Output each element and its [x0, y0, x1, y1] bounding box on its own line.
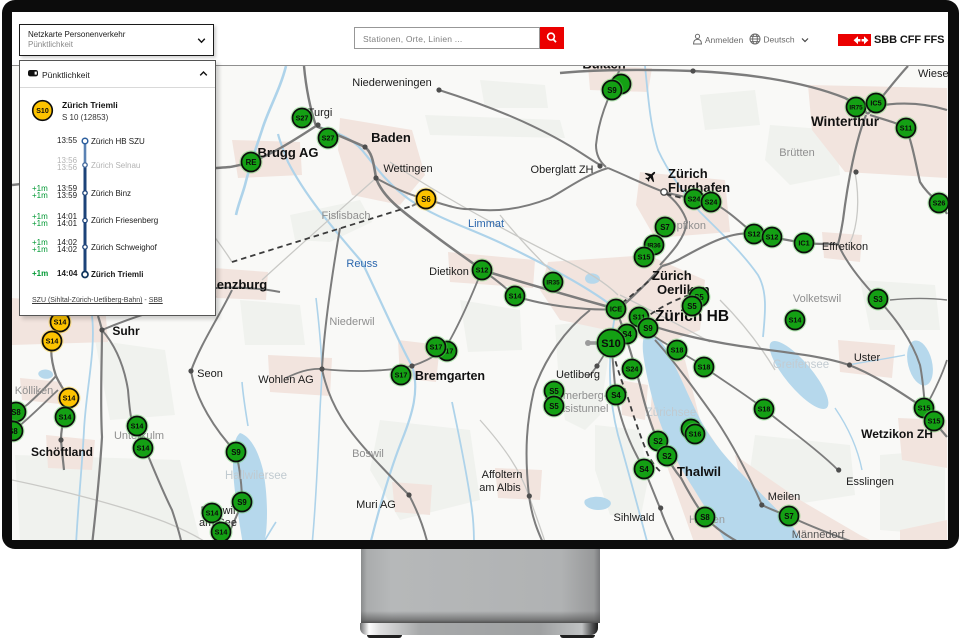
- svg-text:Hallwilersee: Hallwilersee: [225, 470, 287, 482]
- svg-text:S27: S27: [322, 134, 335, 143]
- svg-text:IC5: IC5: [870, 99, 881, 108]
- svg-text:Kölliken: Kölliken: [15, 385, 54, 397]
- svg-text:S14: S14: [789, 316, 802, 325]
- svg-text:S26: S26: [933, 199, 946, 208]
- svg-text:S9: S9: [607, 86, 617, 95]
- svg-text:S8: S8: [12, 408, 21, 417]
- svg-text:Affoltern: Affoltern: [482, 469, 523, 481]
- svg-text:S7: S7: [660, 223, 670, 232]
- svg-text:S18: S18: [698, 363, 711, 372]
- svg-text:Seon: Seon: [197, 368, 223, 380]
- svg-text:ICE: ICE: [610, 305, 622, 314]
- svg-text:IR75: IR75: [849, 104, 863, 111]
- svg-text:S12: S12: [766, 233, 779, 242]
- svg-text:Sihlwald: Sihlwald: [614, 512, 655, 524]
- svg-text:IR35: IR35: [546, 279, 560, 286]
- svg-text:S14: S14: [206, 509, 219, 518]
- svg-text:Niederwil: Niederwil: [329, 316, 374, 328]
- svg-text:RE: RE: [246, 158, 257, 167]
- svg-text:S8: S8: [700, 513, 710, 522]
- svg-text:S9: S9: [237, 498, 247, 507]
- svg-text:S15: S15: [928, 417, 941, 426]
- svg-text:S24: S24: [688, 195, 701, 204]
- svg-text:Zürich: Zürich: [668, 166, 708, 181]
- svg-text:Esslingen: Esslingen: [846, 476, 894, 488]
- svg-text:S9: S9: [231, 448, 241, 457]
- svg-text:S9: S9: [643, 324, 653, 333]
- svg-text:S4: S4: [611, 391, 621, 400]
- svg-text:Niederweningen: Niederweningen: [352, 77, 432, 89]
- svg-text:Wetzikon ZH: Wetzikon ZH: [861, 427, 933, 441]
- svg-text:Dietikon: Dietikon: [429, 266, 469, 278]
- svg-text:Zürich: Zürich: [652, 268, 692, 283]
- svg-text:Uetliberg: Uetliberg: [556, 369, 600, 381]
- svg-text:Wiesendangen: Wiesendangen: [918, 68, 948, 80]
- svg-text:Zürichsee: Zürichsee: [646, 407, 697, 419]
- svg-text:S2: S2: [662, 452, 672, 461]
- svg-text:Fislisbach: Fislisbach: [322, 210, 371, 222]
- svg-text:S17: S17: [430, 343, 443, 352]
- svg-text:Suhr: Suhr: [112, 324, 140, 338]
- svg-text:Lenzburg: Lenzburg: [209, 277, 268, 292]
- svg-text:S12: S12: [748, 230, 761, 239]
- svg-text:S14: S14: [46, 337, 59, 346]
- svg-text:Thalwil: Thalwil: [677, 464, 721, 479]
- svg-text:S5: S5: [549, 387, 559, 396]
- svg-text:S2: S2: [653, 437, 663, 446]
- svg-text:S14: S14: [137, 444, 150, 453]
- svg-text:Wettingen: Wettingen: [383, 163, 432, 175]
- svg-text:S7: S7: [784, 512, 794, 521]
- svg-text:Muri AG: Muri AG: [356, 499, 396, 511]
- svg-text:S18: S18: [671, 346, 684, 355]
- svg-text:S8: S8: [12, 427, 18, 436]
- svg-text:S11: S11: [900, 124, 912, 133]
- svg-text:Brütten: Brütten: [779, 147, 814, 159]
- svg-text:S14: S14: [509, 292, 522, 301]
- svg-text:S27: S27: [296, 114, 309, 123]
- svg-text:S10: S10: [36, 108, 49, 115]
- svg-text:S5: S5: [549, 402, 559, 411]
- svg-text:Meilen: Meilen: [768, 491, 800, 503]
- svg-text:Greifensee: Greifensee: [773, 359, 829, 371]
- svg-text:S24: S24: [705, 198, 718, 207]
- svg-text:Volketswil: Volketswil: [793, 293, 841, 305]
- svg-text:Männedorf: Männedorf: [792, 529, 846, 540]
- svg-text:S14: S14: [215, 528, 228, 537]
- svg-text:S17: S17: [395, 371, 408, 380]
- svg-text:S3: S3: [873, 295, 883, 304]
- svg-text:Oberglatt ZH: Oberglatt ZH: [531, 164, 594, 176]
- svg-text:S24: S24: [626, 365, 639, 374]
- svg-text:S18: S18: [758, 405, 771, 414]
- svg-text:S16: S16: [689, 430, 702, 439]
- svg-text:S14: S14: [54, 318, 67, 327]
- svg-text:S14: S14: [63, 394, 76, 403]
- svg-text:Limmat: Limmat: [468, 218, 504, 230]
- svg-text:S14: S14: [59, 413, 72, 422]
- svg-text:S5: S5: [687, 302, 697, 311]
- svg-text:S14: S14: [131, 422, 144, 431]
- svg-text:Boswil: Boswil: [352, 448, 384, 460]
- svg-text:S12: S12: [476, 266, 489, 275]
- svg-text:Brugg AG: Brugg AG: [258, 145, 319, 160]
- svg-text:Baden: Baden: [371, 130, 411, 145]
- svg-text:am Albis: am Albis: [479, 482, 521, 494]
- svg-text:S6: S6: [421, 195, 431, 204]
- svg-text:Winterthur: Winterthur: [811, 114, 880, 129]
- svg-text:Bremgarten: Bremgarten: [415, 369, 485, 383]
- svg-text:Schöftland: Schöftland: [31, 445, 93, 459]
- svg-text:Effretikon: Effretikon: [822, 241, 868, 253]
- svg-text:Bülach: Bülach: [582, 66, 625, 72]
- svg-text:Wohlen AG: Wohlen AG: [258, 374, 313, 386]
- svg-text:S4: S4: [639, 465, 649, 474]
- svg-text:Reuss: Reuss: [346, 258, 378, 270]
- svg-text:IC1: IC1: [798, 239, 809, 248]
- svg-text:S10: S10: [601, 338, 621, 350]
- svg-text:S15: S15: [638, 253, 651, 262]
- svg-text:Uster: Uster: [854, 352, 881, 364]
